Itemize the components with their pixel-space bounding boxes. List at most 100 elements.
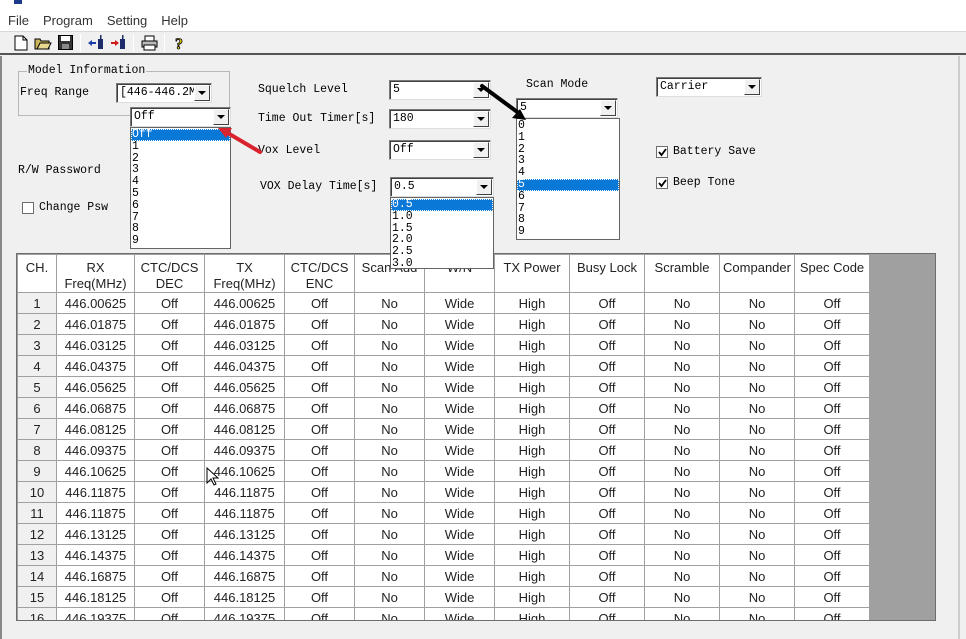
- table-cell[interactable]: Off: [794, 439, 870, 461]
- table-cell[interactable]: 446.09375: [56, 439, 135, 461]
- table-cell[interactable]: Off: [569, 607, 645, 620]
- table-cell[interactable]: Off: [134, 313, 205, 335]
- channel-number-cell[interactable]: 1: [17, 292, 57, 314]
- table-cell[interactable]: No: [354, 544, 425, 566]
- dropdown-option[interactable]: 5: [517, 179, 619, 191]
- channel-number-cell[interactable]: 6: [17, 397, 57, 419]
- chevron-down-icon[interactable]: [473, 82, 489, 98]
- dropdown-option[interactable]: 9: [131, 235, 230, 247]
- table-cell[interactable]: Off: [794, 397, 870, 419]
- table-cell[interactable]: No: [719, 607, 795, 620]
- dropdown-option[interactable]: 2: [517, 143, 619, 156]
- table-cell[interactable]: Off: [794, 523, 870, 545]
- table-cell[interactable]: Off: [134, 544, 205, 566]
- table-cell[interactable]: 446.14375: [204, 544, 285, 566]
- table-cell[interactable]: No: [719, 292, 795, 314]
- table-cell[interactable]: Off: [134, 502, 205, 524]
- dropdown-option[interactable]: 3: [517, 155, 619, 167]
- table-cell[interactable]: 446.13125: [56, 523, 135, 545]
- table-cell[interactable]: Off: [569, 439, 645, 461]
- table-cell[interactable]: Off: [284, 418, 355, 440]
- dropdown-option[interactable]: 1: [517, 131, 619, 144]
- dropdown-option[interactable]: 8: [517, 214, 619, 226]
- squelch-popup-select[interactable]: 5: [516, 98, 618, 118]
- table-cell[interactable]: No: [719, 439, 795, 461]
- table-row[interactable]: 5 446.05625 Off 446.05625 Off No Wide High Off No…: [17, 376, 870, 398]
- table-row[interactable]: 2 446.01875 Off 446.01875 Off No Wide High Off No…: [17, 313, 870, 335]
- table-row[interactable]: 1 446.00625 Off 446.00625 Off No Wide High Off No…: [17, 292, 870, 314]
- new-file-icon[interactable]: [10, 33, 32, 53]
- table-cell[interactable]: 446.11875: [204, 502, 285, 524]
- table-cell[interactable]: Off: [569, 481, 645, 503]
- dropdown-option[interactable]: 4: [131, 176, 230, 188]
- table-cell[interactable]: Off: [134, 334, 205, 356]
- table-cell[interactable]: Off: [134, 376, 205, 398]
- channel-number-cell[interactable]: 10: [17, 481, 57, 503]
- table-cell[interactable]: Off: [284, 439, 355, 461]
- table-cell[interactable]: High: [494, 439, 570, 461]
- table-row[interactable]: 16 446.19375 Off 446.19375 Off No Wide High Off N…: [17, 607, 870, 620]
- column-header[interactable]: CH.: [17, 254, 57, 293]
- table-cell[interactable]: Off: [134, 607, 205, 620]
- table-cell[interactable]: High: [494, 418, 570, 440]
- table-row[interactable]: 4 446.04375 Off 446.04375 Off No Wide High Off No…: [17, 355, 870, 377]
- table-cell[interactable]: Wide: [424, 439, 495, 461]
- table-cell[interactable]: No: [354, 376, 425, 398]
- table-cell[interactable]: Wide: [424, 607, 495, 620]
- column-header[interactable]: Busy Lock: [569, 254, 645, 293]
- table-cell[interactable]: 446.06875: [204, 397, 285, 419]
- dropdown-option[interactable]: 9: [517, 226, 619, 238]
- table-cell[interactable]: 446.05625: [204, 376, 285, 398]
- table-cell[interactable]: No: [644, 313, 720, 335]
- table-cell[interactable]: Off: [284, 586, 355, 608]
- table-cell[interactable]: Off: [569, 376, 645, 398]
- table-cell[interactable]: No: [354, 397, 425, 419]
- table-row[interactable]: 10 446.11875 Off 446.11875 Off No Wide High Off N…: [17, 481, 870, 503]
- table-cell[interactable]: No: [354, 292, 425, 314]
- table-cell[interactable]: Wide: [424, 334, 495, 356]
- menu-setting[interactable]: Setting: [101, 13, 153, 28]
- table-cell[interactable]: No: [644, 355, 720, 377]
- table-cell[interactable]: High: [494, 481, 570, 503]
- table-cell[interactable]: 446.04375: [204, 355, 285, 377]
- channel-number-cell[interactable]: 14: [17, 565, 57, 587]
- table-cell[interactable]: High: [494, 565, 570, 587]
- battery-save-checkbox[interactable]: [656, 146, 668, 158]
- column-header[interactable]: CTC/DCS DEC: [134, 254, 205, 293]
- table-cell[interactable]: Off: [794, 565, 870, 587]
- print-icon[interactable]: [138, 33, 160, 53]
- table-row[interactable]: 12 446.13125 Off 446.13125 Off No Wide High Off N…: [17, 523, 870, 545]
- dropdown-option[interactable]: 6: [517, 190, 619, 203]
- dropdown-option[interactable]: 6: [131, 199, 230, 212]
- table-cell[interactable]: 446.09375: [204, 439, 285, 461]
- table-cell[interactable]: 446.16875: [56, 565, 135, 587]
- table-cell[interactable]: No: [644, 502, 720, 524]
- dropdown-option[interactable]: 7: [517, 202, 619, 215]
- vox-delay-time-select[interactable]: 0.5: [390, 177, 494, 197]
- table-cell[interactable]: Off: [569, 292, 645, 314]
- table-cell[interactable]: Off: [569, 565, 645, 587]
- channel-number-cell[interactable]: 7: [17, 418, 57, 440]
- table-cell[interactable]: Wide: [424, 481, 495, 503]
- chevron-down-icon[interactable]: [473, 142, 489, 158]
- table-cell[interactable]: Off: [284, 397, 355, 419]
- dropdown-option[interactable]: 0: [517, 120, 619, 132]
- table-row[interactable]: 15 446.18125 Off 446.18125 Off No Wide High Off N…: [17, 586, 870, 608]
- table-cell[interactable]: Off: [284, 523, 355, 545]
- table-cell[interactable]: Off: [134, 439, 205, 461]
- table-cell[interactable]: 446.14375: [56, 544, 135, 566]
- table-cell[interactable]: Off: [794, 292, 870, 314]
- table-cell[interactable]: 446.19375: [56, 607, 135, 620]
- table-row[interactable]: 8 446.09375 Off 446.09375 Off No Wide High Off No…: [17, 439, 870, 461]
- channel-number-cell[interactable]: 3: [17, 334, 57, 356]
- table-cell[interactable]: Off: [134, 481, 205, 503]
- table-cell[interactable]: Off: [284, 481, 355, 503]
- dropdown-option[interactable]: 1: [131, 140, 230, 153]
- table-cell[interactable]: Off: [569, 313, 645, 335]
- chevron-down-icon[interactable]: [744, 79, 760, 95]
- table-cell[interactable]: Wide: [424, 397, 495, 419]
- open-folder-icon[interactable]: [32, 33, 54, 53]
- dropdown-option[interactable]: Off: [131, 129, 230, 141]
- table-cell[interactable]: High: [494, 544, 570, 566]
- table-cell[interactable]: Off: [284, 460, 355, 482]
